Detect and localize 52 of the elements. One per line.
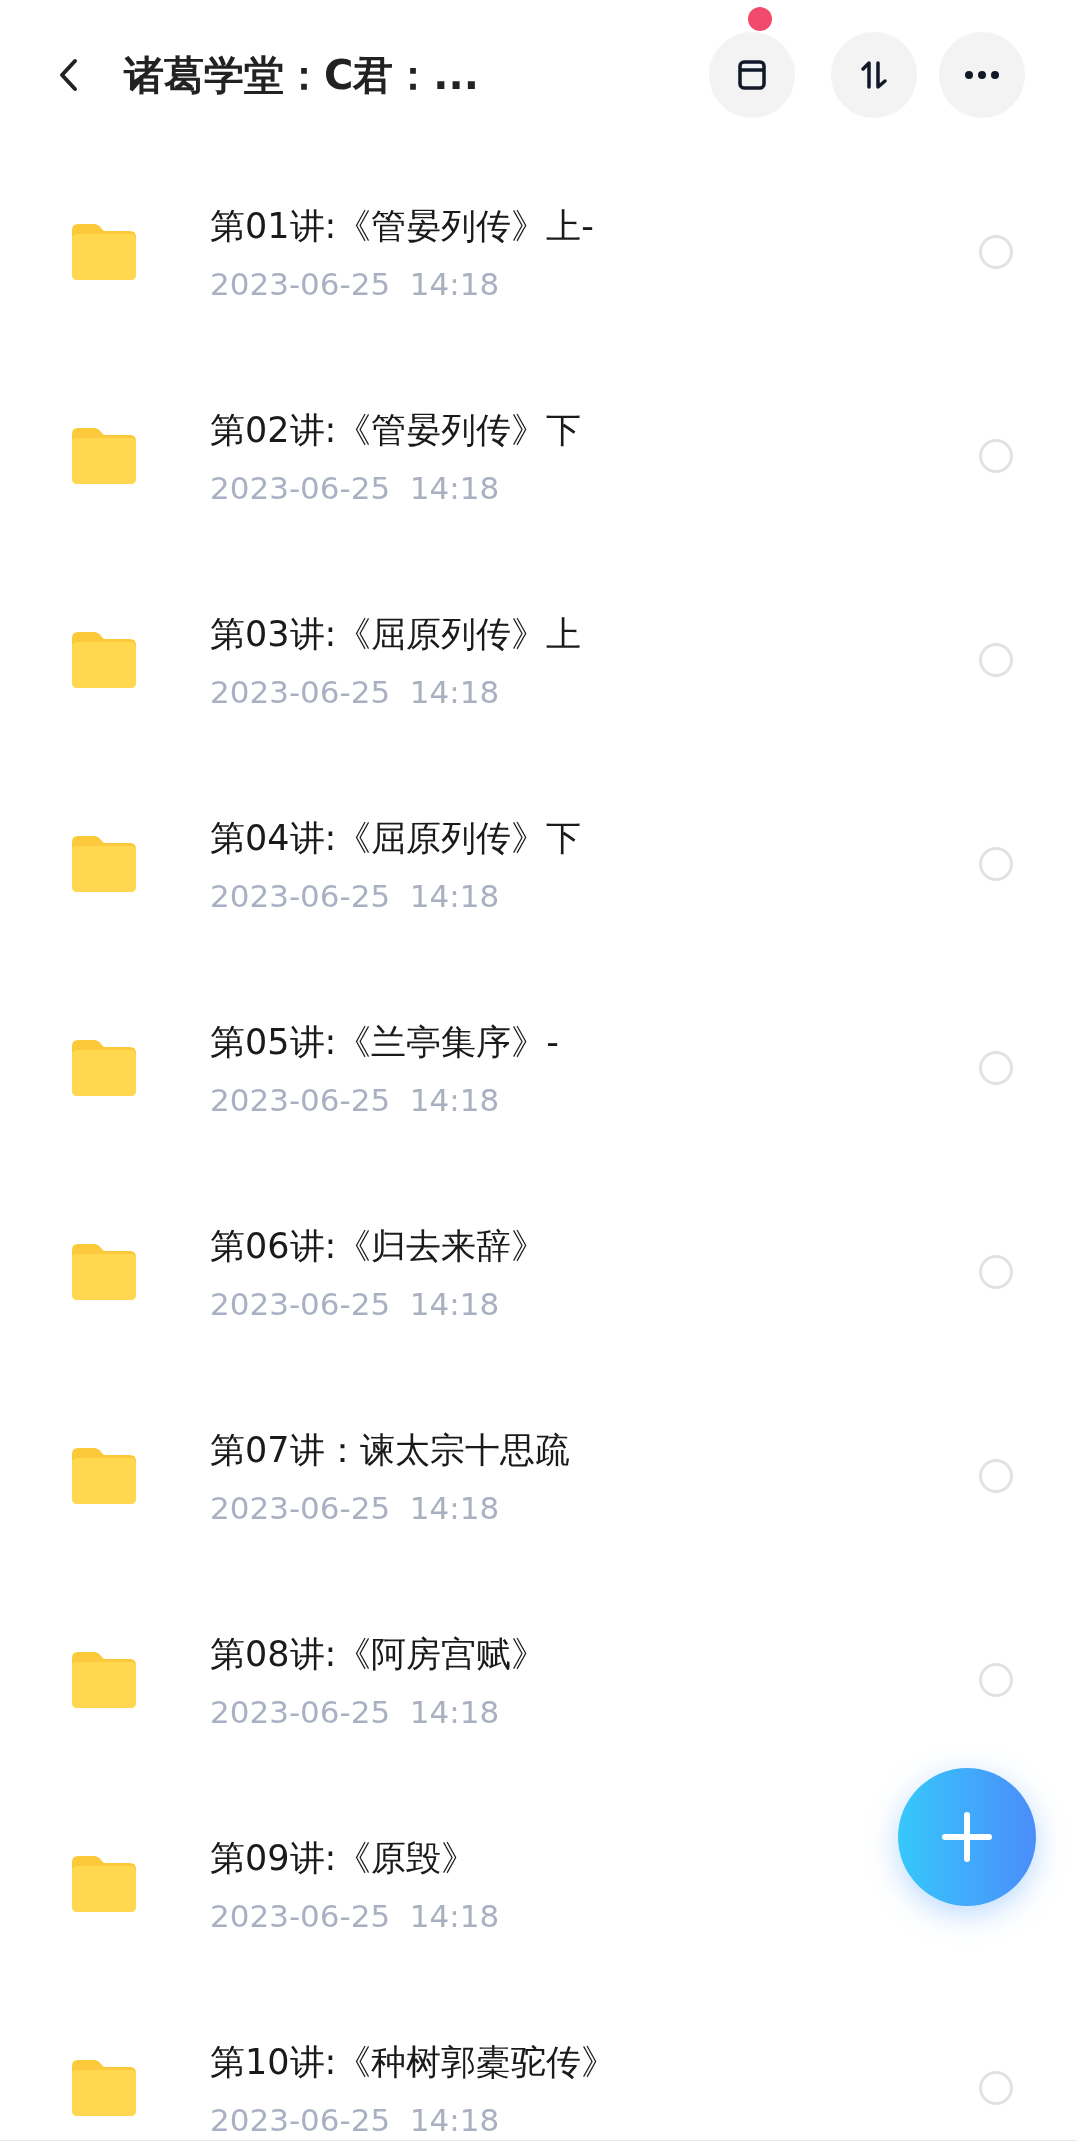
folder-icon xyxy=(72,1856,136,1912)
folder-title: 诸葛学堂：C君：... xyxy=(124,50,479,100)
folder-date: 2023-06-25 14:18 xyxy=(210,265,500,302)
folder-name: 第01讲:《管晏列传》上- xyxy=(210,204,594,248)
folder-name: 第10讲:《种树郭橐驼传》 xyxy=(210,2040,617,2084)
folder-name: 第05讲:《兰亭集序》- xyxy=(210,1020,559,1064)
folder-date: 2023-06-25 14:18 xyxy=(210,1489,500,1526)
folder-name: 第04讲:《屈原列传》下 xyxy=(210,816,582,860)
folder-name: 第07讲：谏太宗十思疏 xyxy=(210,1428,570,1472)
select-radio[interactable] xyxy=(979,847,1013,881)
folder-date: 2023-06-25 14:18 xyxy=(210,1693,500,1730)
select-radio[interactable] xyxy=(979,439,1013,473)
folder-icon xyxy=(72,1652,136,1708)
folder-name: 第09讲:《原毁》 xyxy=(210,1836,477,1880)
folder-date: 2023-06-25 14:18 xyxy=(210,1897,500,1934)
select-radio[interactable] xyxy=(979,1663,1013,1697)
folder-icon xyxy=(72,224,136,280)
folder-date: 2023-06-25 14:18 xyxy=(210,469,500,506)
more-icon xyxy=(964,70,1000,80)
folder-date: 2023-06-25 14:18 xyxy=(210,2101,500,2138)
folder-icon xyxy=(72,1448,136,1504)
folder-name: 第06讲:《归去来辞》 xyxy=(210,1224,547,1268)
select-radio[interactable] xyxy=(979,1459,1013,1493)
folder-row[interactable]: 第09讲:《原毁》 2023-06-25 14:18 xyxy=(0,1782,1077,1986)
folder-row[interactable]: 第03讲:《屈原列传》上 2023-06-25 14:18 xyxy=(0,558,1077,762)
folder-row[interactable]: 第05讲:《兰亭集序》- 2023-06-25 14:18 xyxy=(0,966,1077,1170)
folder-row[interactable]: 第06讲:《归去来辞》 2023-06-25 14:18 xyxy=(0,1170,1077,1374)
select-radio[interactable] xyxy=(979,1051,1013,1085)
folder-name: 第08讲:《阿房宫赋》 xyxy=(210,1632,547,1676)
folder-icon xyxy=(72,2060,136,2116)
folder-row[interactable]: 第10讲:《种树郭橐驼传》 2023-06-25 14:18 xyxy=(0,1986,1077,2140)
folder-icon xyxy=(72,836,136,892)
folder-icon xyxy=(72,1244,136,1300)
select-radio[interactable] xyxy=(979,235,1013,269)
folder-date: 2023-06-25 14:18 xyxy=(210,877,500,914)
folder-row[interactable]: 第04讲:《屈原列传》下 2023-06-25 14:18 xyxy=(0,762,1077,966)
plus-icon xyxy=(939,1809,995,1865)
folder-icon xyxy=(72,1040,136,1096)
folder-row[interactable]: 第01讲:《管晏列传》上- 2023-06-25 14:18 xyxy=(0,150,1077,354)
select-radio[interactable] xyxy=(979,1255,1013,1289)
folder-row[interactable]: 第08讲:《阿房宫赋》 2023-06-25 14:18 xyxy=(0,1578,1077,1782)
folder-name: 第02讲:《管晏列传》下 xyxy=(210,408,582,452)
select-radio[interactable] xyxy=(979,2071,1013,2105)
folder-row[interactable]: 第02讲:《管晏列传》下 2023-06-25 14:18 xyxy=(0,354,1077,558)
folder-date: 2023-06-25 14:18 xyxy=(210,1081,500,1118)
folder-date: 2023-06-25 14:18 xyxy=(210,673,500,710)
select-radio[interactable] xyxy=(979,643,1013,677)
folder-date: 2023-06-25 14:18 xyxy=(210,1285,500,1322)
folder-name: 第03讲:《屈原列传》上 xyxy=(210,612,582,656)
folder-icon xyxy=(72,632,136,688)
folder-row[interactable]: 第07讲：谏太宗十思疏 2023-06-25 14:18 xyxy=(0,1374,1077,1578)
folder-icon xyxy=(72,428,136,484)
